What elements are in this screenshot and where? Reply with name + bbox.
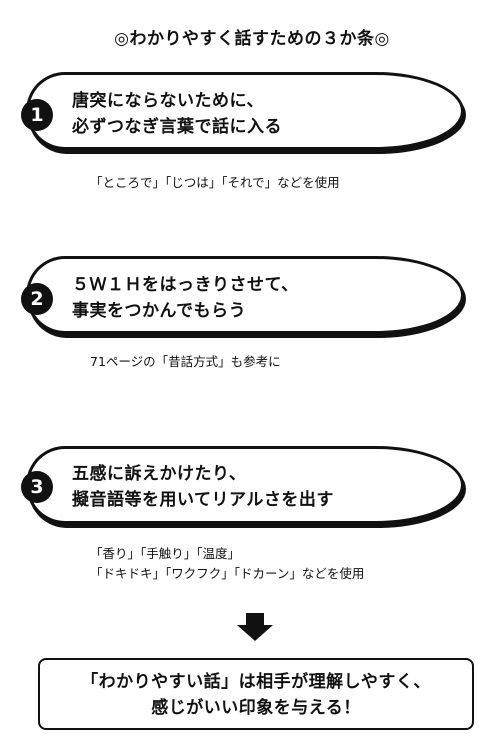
rule-3-note-1: 「香り」「手触り」「温度」 — [90, 546, 241, 561]
rule-2-note: 71ページの「昔話方式」も参考に — [90, 354, 281, 369]
rule-2-text: ５Ｗ１Ｈをはっきりさせて、 事実をつかんでもらう — [72, 272, 472, 324]
rule-2-line-1: ５Ｗ１Ｈをはっきりさせて、 — [72, 275, 299, 295]
rule-2-line-2: 事実をつかんでもらう — [72, 301, 247, 321]
rule-1-line-2: 必ずつなぎ言葉で話に入る — [72, 117, 282, 137]
page-title: ◎わかりやすく話すための３か条◎ — [114, 29, 390, 49]
rule-1-text: 唐突にならないために、 必ずつなぎ言葉で話に入る — [72, 88, 472, 140]
summary-box: 「わかりやすい話」は相手が理解しやすく、 感じがいい印象を与える！ — [38, 658, 474, 730]
rule-1-note: 「ところで」「じつは」「それで」などを使用 — [90, 175, 340, 190]
rule-1-number-badge: 1 — [21, 99, 53, 131]
rule-3-line-2: 擬音語等を用いてリアルさを出す — [72, 490, 334, 510]
rule-3-number-badge: 3 — [21, 471, 53, 503]
rule-3-text: 五感に訴えかけたり、 擬音語等を用いてリアルさを出す — [72, 461, 472, 513]
rule-1-line-1: 唐突にならないために、 — [72, 91, 264, 111]
down-arrow-icon — [237, 613, 273, 641]
summary-line-2: 感じがいい印象を与える！ — [151, 698, 361, 718]
rule-3-line-1: 五感に訴えかけたり、 — [72, 464, 247, 484]
rule-3-note-2: 「ドキドキ」「ワクフク」「ドカーン」などを使用 — [90, 566, 365, 581]
rule-2-number-badge: 2 — [21, 283, 53, 315]
summary-line-1: 「わかりやすい話」は相手が理解しやすく、 — [81, 672, 431, 692]
